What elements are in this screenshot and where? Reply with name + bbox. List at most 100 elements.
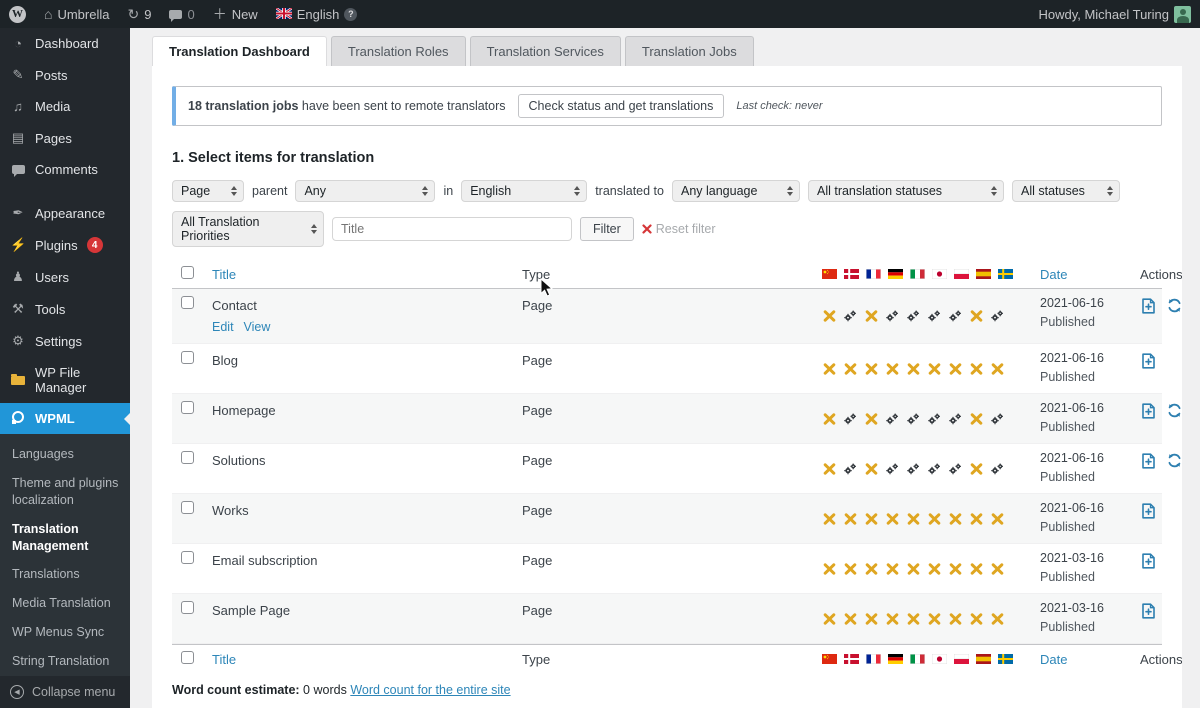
add-to-basket-icon[interactable] — [1140, 297, 1157, 334]
not-translated-icon[interactable] — [885, 563, 899, 575]
row-edit-link[interactable]: Edit — [212, 320, 234, 334]
add-to-basket-icon[interactable] — [1140, 502, 1157, 534]
tab-translation-roles[interactable]: Translation Roles — [331, 36, 466, 66]
translation-in-progress-icon[interactable] — [990, 413, 1004, 425]
title-column-header[interactable]: Title — [212, 267, 522, 282]
row-checkbox[interactable] — [181, 501, 194, 514]
reset-filter-link[interactable]: Reset filter — [642, 222, 716, 236]
not-translated-icon[interactable] — [885, 613, 899, 625]
tab-translation-dashboard[interactable]: Translation Dashboard — [152, 36, 327, 66]
submenu-item-string-translation[interactable]: String Translation — [0, 647, 130, 676]
sidebar-item-appearance[interactable]: ✒Appearance — [0, 197, 130, 229]
translation-in-progress-icon[interactable] — [885, 413, 899, 425]
submenu-item-translation-management[interactable]: Translation Management — [0, 515, 130, 561]
not-translated-icon[interactable] — [822, 563, 836, 575]
submenu-item-media-translation[interactable]: Media Translation — [0, 589, 130, 618]
not-translated-icon[interactable] — [969, 613, 983, 625]
select-all-checkbox[interactable] — [181, 651, 194, 664]
translation-in-progress-icon[interactable] — [927, 310, 941, 322]
not-translated-icon[interactable] — [927, 363, 941, 375]
translation-in-progress-icon[interactable] — [948, 310, 962, 322]
sidebar-item-settings[interactable]: ⚙Settings — [0, 325, 130, 357]
sidebar-item-pages[interactable]: ▤Pages — [0, 122, 130, 154]
not-translated-icon[interactable] — [990, 563, 1004, 575]
translation-in-progress-icon[interactable] — [885, 463, 899, 475]
translation-in-progress-icon[interactable] — [843, 413, 857, 425]
translation-in-progress-icon[interactable] — [885, 310, 899, 322]
row-checkbox[interactable] — [181, 296, 194, 309]
submenu-item-theme-and-plugins-localization[interactable]: Theme and plugins localization — [0, 469, 130, 515]
word-count-link[interactable]: Word count for the entire site — [350, 683, 510, 697]
add-to-basket-icon[interactable] — [1140, 452, 1157, 484]
add-to-basket-icon[interactable] — [1140, 552, 1157, 584]
not-translated-icon[interactable] — [906, 613, 920, 625]
add-to-basket-icon[interactable] — [1140, 352, 1157, 384]
not-translated-icon[interactable] — [822, 463, 836, 475]
translation-in-progress-icon[interactable] — [843, 310, 857, 322]
date-column-header[interactable]: Date — [1040, 652, 1140, 667]
translation-in-progress-icon[interactable] — [843, 463, 857, 475]
translation-in-progress-icon[interactable] — [927, 463, 941, 475]
row-checkbox[interactable] — [181, 601, 194, 614]
sync-translation-icon[interactable] — [1166, 297, 1182, 334]
translation-in-progress-icon[interactable] — [990, 463, 1004, 475]
wordpress-menu[interactable]: W — [0, 0, 35, 28]
not-translated-icon[interactable] — [948, 363, 962, 375]
sync-translation-icon[interactable] — [1166, 402, 1182, 434]
not-translated-icon[interactable] — [822, 363, 836, 375]
not-translated-icon[interactable] — [864, 463, 878, 475]
translation-in-progress-icon[interactable] — [906, 463, 920, 475]
add-to-basket-icon[interactable] — [1140, 602, 1157, 634]
sidebar-item-media[interactable]: ♫Media — [0, 91, 130, 122]
post-status-select[interactable]: All statuses — [1012, 180, 1120, 202]
not-translated-icon[interactable] — [969, 310, 983, 322]
source-language-select[interactable]: English — [461, 180, 587, 202]
type-select[interactable]: Page — [172, 180, 244, 202]
not-translated-icon[interactable] — [906, 563, 920, 575]
site-name-menu[interactable]: ⌂ Umbrella — [35, 0, 118, 28]
not-translated-icon[interactable] — [990, 513, 1004, 525]
not-translated-icon[interactable] — [864, 363, 878, 375]
not-translated-icon[interactable] — [885, 363, 899, 375]
parent-select[interactable]: Any — [295, 180, 435, 202]
target-language-select[interactable]: Any language — [672, 180, 800, 202]
tab-translation-jobs[interactable]: Translation Jobs — [625, 36, 754, 66]
title-filter-input[interactable] — [332, 217, 572, 241]
add-to-basket-icon[interactable] — [1140, 402, 1157, 434]
account-menu[interactable]: Howdy, Michael Turing — [1029, 0, 1200, 28]
not-translated-icon[interactable] — [864, 413, 878, 425]
priority-select[interactable]: All Translation Priorities — [172, 211, 324, 247]
sidebar-item-users[interactable]: ♟Users — [0, 261, 130, 293]
title-column-header[interactable]: Title — [212, 652, 522, 667]
sidebar-item-wpml[interactable]: WPML — [0, 403, 130, 434]
row-checkbox[interactable] — [181, 451, 194, 464]
translation-in-progress-icon[interactable] — [948, 413, 962, 425]
not-translated-icon[interactable] — [969, 463, 983, 475]
translation-in-progress-icon[interactable] — [906, 310, 920, 322]
select-all-checkbox[interactable] — [181, 266, 194, 279]
sidebar-item-plugins[interactable]: ⚡Plugins4 — [0, 229, 130, 261]
not-translated-icon[interactable] — [990, 363, 1004, 375]
not-translated-icon[interactable] — [843, 613, 857, 625]
sidebar-item-wp-file-manager[interactable]: WP File Manager — [0, 357, 130, 403]
not-translated-icon[interactable] — [948, 613, 962, 625]
not-translated-icon[interactable] — [990, 613, 1004, 625]
not-translated-icon[interactable] — [969, 413, 983, 425]
not-translated-icon[interactable] — [822, 310, 836, 322]
submenu-item-languages[interactable]: Languages — [0, 440, 130, 469]
collapse-menu-button[interactable]: ◀ Collapse menu — [0, 676, 130, 708]
translation-in-progress-icon[interactable] — [906, 413, 920, 425]
sidebar-item-comments[interactable]: Comments — [0, 154, 130, 185]
sidebar-item-dashboard[interactable]: ◔Dashboard — [0, 28, 130, 59]
not-translated-icon[interactable] — [927, 513, 941, 525]
translation-in-progress-icon[interactable] — [990, 310, 1004, 322]
sidebar-item-posts[interactable]: ✎Posts — [0, 59, 130, 91]
not-translated-icon[interactable] — [969, 513, 983, 525]
not-translated-icon[interactable] — [927, 613, 941, 625]
not-translated-icon[interactable] — [864, 513, 878, 525]
row-checkbox[interactable] — [181, 351, 194, 364]
not-translated-icon[interactable] — [822, 613, 836, 625]
not-translated-icon[interactable] — [885, 513, 899, 525]
updates-menu[interactable]: ↻ 9 — [118, 0, 160, 28]
filter-button[interactable]: Filter — [580, 217, 634, 241]
